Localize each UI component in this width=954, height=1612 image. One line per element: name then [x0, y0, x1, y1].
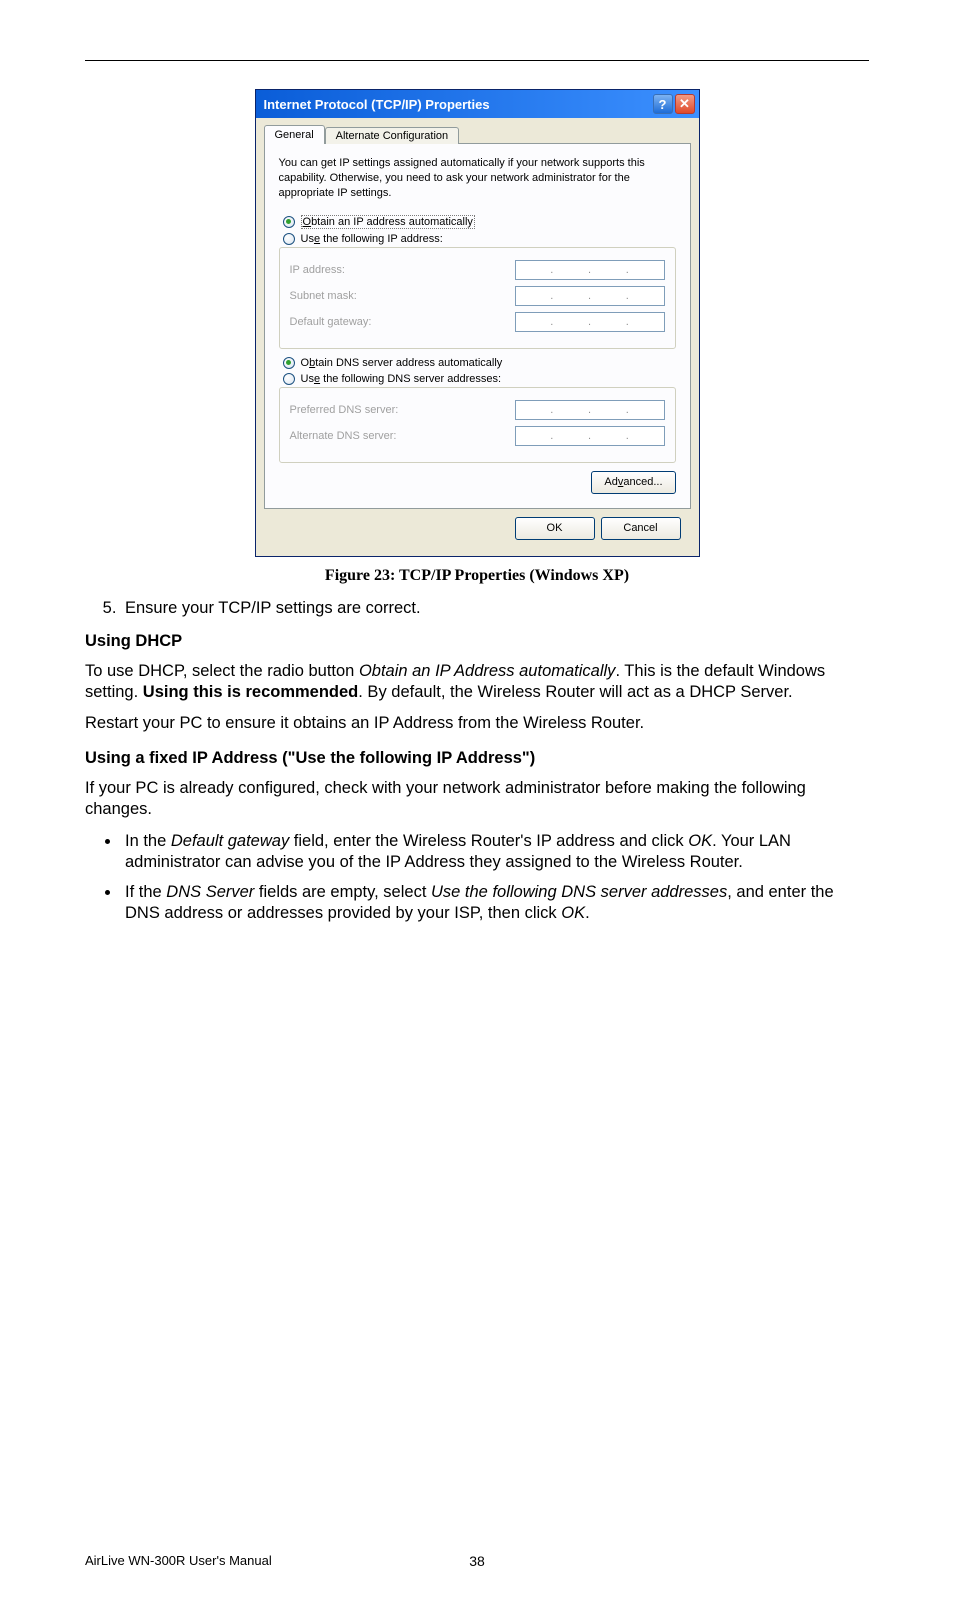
radio-icon — [283, 357, 295, 369]
ip-input[interactable]: ... — [515, 312, 665, 332]
radio-icon — [283, 216, 295, 228]
description-text: You can get IP settings assigned automat… — [279, 156, 676, 201]
tcpip-dialog: Internet Protocol (TCP/IP) Properties ? … — [255, 89, 700, 557]
titlebar: Internet Protocol (TCP/IP) Properties ? … — [256, 90, 699, 118]
help-icon[interactable]: ? — [653, 94, 673, 114]
field-label: IP address: — [290, 264, 345, 276]
radio-label: Use the following IP address: — [301, 233, 443, 245]
page-number: 38 — [469, 1553, 485, 1569]
list-item: In the Default gateway field, enter the … — [121, 831, 869, 874]
radio-label: Obtain an IP address automatically — [301, 215, 475, 229]
titlebar-buttons: ? ✕ — [653, 94, 695, 114]
field-label: Subnet mask: — [290, 290, 357, 302]
paragraph: If your PC is already configured, check … — [85, 778, 869, 821]
paragraph: To use DHCP, select the radio button Obt… — [85, 661, 869, 704]
list-item: If the DNS Server fields are empty, sele… — [121, 882, 869, 925]
radio-icon — [283, 233, 295, 245]
bullet-list: In the Default gateway field, enter the … — [85, 831, 869, 925]
advanced-button[interactable]: Advanced... — [591, 471, 675, 494]
ip-input[interactable]: ... — [515, 260, 665, 280]
dialog-screenshot: Internet Protocol (TCP/IP) Properties ? … — [255, 89, 700, 557]
field-label: Preferred DNS server: — [290, 404, 399, 416]
radio-label: Use the following DNS server addresses: — [301, 373, 502, 385]
page-footer: AirLive WN-300R User's Manual 38 — [85, 1553, 869, 1568]
tab-panel: You can get IP settings assigned automat… — [264, 143, 691, 509]
dialog-title: Internet Protocol (TCP/IP) Properties — [264, 97, 490, 112]
field-default-gateway: Default gateway: ... — [290, 312, 665, 332]
tab-general[interactable]: General — [264, 125, 325, 144]
footer-left: AirLive WN-300R User's Manual — [85, 1553, 272, 1568]
radio-obtain-dns[interactable]: Obtain DNS server address automatically — [283, 357, 676, 369]
dialog-body: General Alternate Configuration You can … — [256, 118, 699, 556]
radio-use-ip[interactable]: Use the following IP address: — [283, 233, 676, 245]
field-label: Alternate DNS server: — [290, 430, 397, 442]
paragraph: Restart your PC to ensure it obtains an … — [85, 713, 869, 734]
ip-input[interactable]: ... — [515, 400, 665, 420]
list-item: Ensure your TCP/IP settings are correct. — [121, 599, 869, 618]
numbered-list: Ensure your TCP/IP settings are correct. — [85, 599, 869, 618]
field-preferred-dns: Preferred DNS server: ... — [290, 400, 665, 420]
radio-obtain-ip[interactable]: Obtain an IP address automatically — [283, 215, 676, 229]
page: Internet Protocol (TCP/IP) Properties ? … — [0, 0, 954, 1612]
field-label: Default gateway: — [290, 316, 372, 328]
radio-icon — [283, 373, 295, 385]
dialog-footer: OK Cancel — [264, 509, 691, 548]
tabstrip: General Alternate Configuration — [264, 125, 691, 144]
header-rule — [85, 60, 869, 61]
heading-using-dhcp: Using DHCP — [85, 632, 869, 651]
field-alternate-dns: Alternate DNS server: ... — [290, 426, 665, 446]
radio-use-dns[interactable]: Use the following DNS server addresses: — [283, 373, 676, 385]
field-subnet-mask: Subnet mask: ... — [290, 286, 665, 306]
ip-input[interactable]: ... — [515, 286, 665, 306]
figure-caption: Figure 23: TCP/IP Properties (Windows XP… — [85, 567, 869, 585]
field-ip-address: IP address: ... — [290, 260, 665, 280]
close-icon[interactable]: ✕ — [675, 94, 695, 114]
heading-fixed-ip: Using a fixed IP Address ("Use the follo… — [85, 749, 869, 768]
ok-button[interactable]: OK — [515, 517, 595, 540]
dns-group: Preferred DNS server: ... Alternate DNS … — [279, 387, 676, 463]
radio-label: Obtain DNS server address automatically — [301, 357, 503, 369]
tab-alternate[interactable]: Alternate Configuration — [325, 127, 460, 144]
cancel-button[interactable]: Cancel — [601, 517, 681, 540]
advanced-row: Advanced... — [279, 471, 676, 494]
ip-group: IP address: ... Subnet mask: ... Default… — [279, 247, 676, 349]
ip-input[interactable]: ... — [515, 426, 665, 446]
